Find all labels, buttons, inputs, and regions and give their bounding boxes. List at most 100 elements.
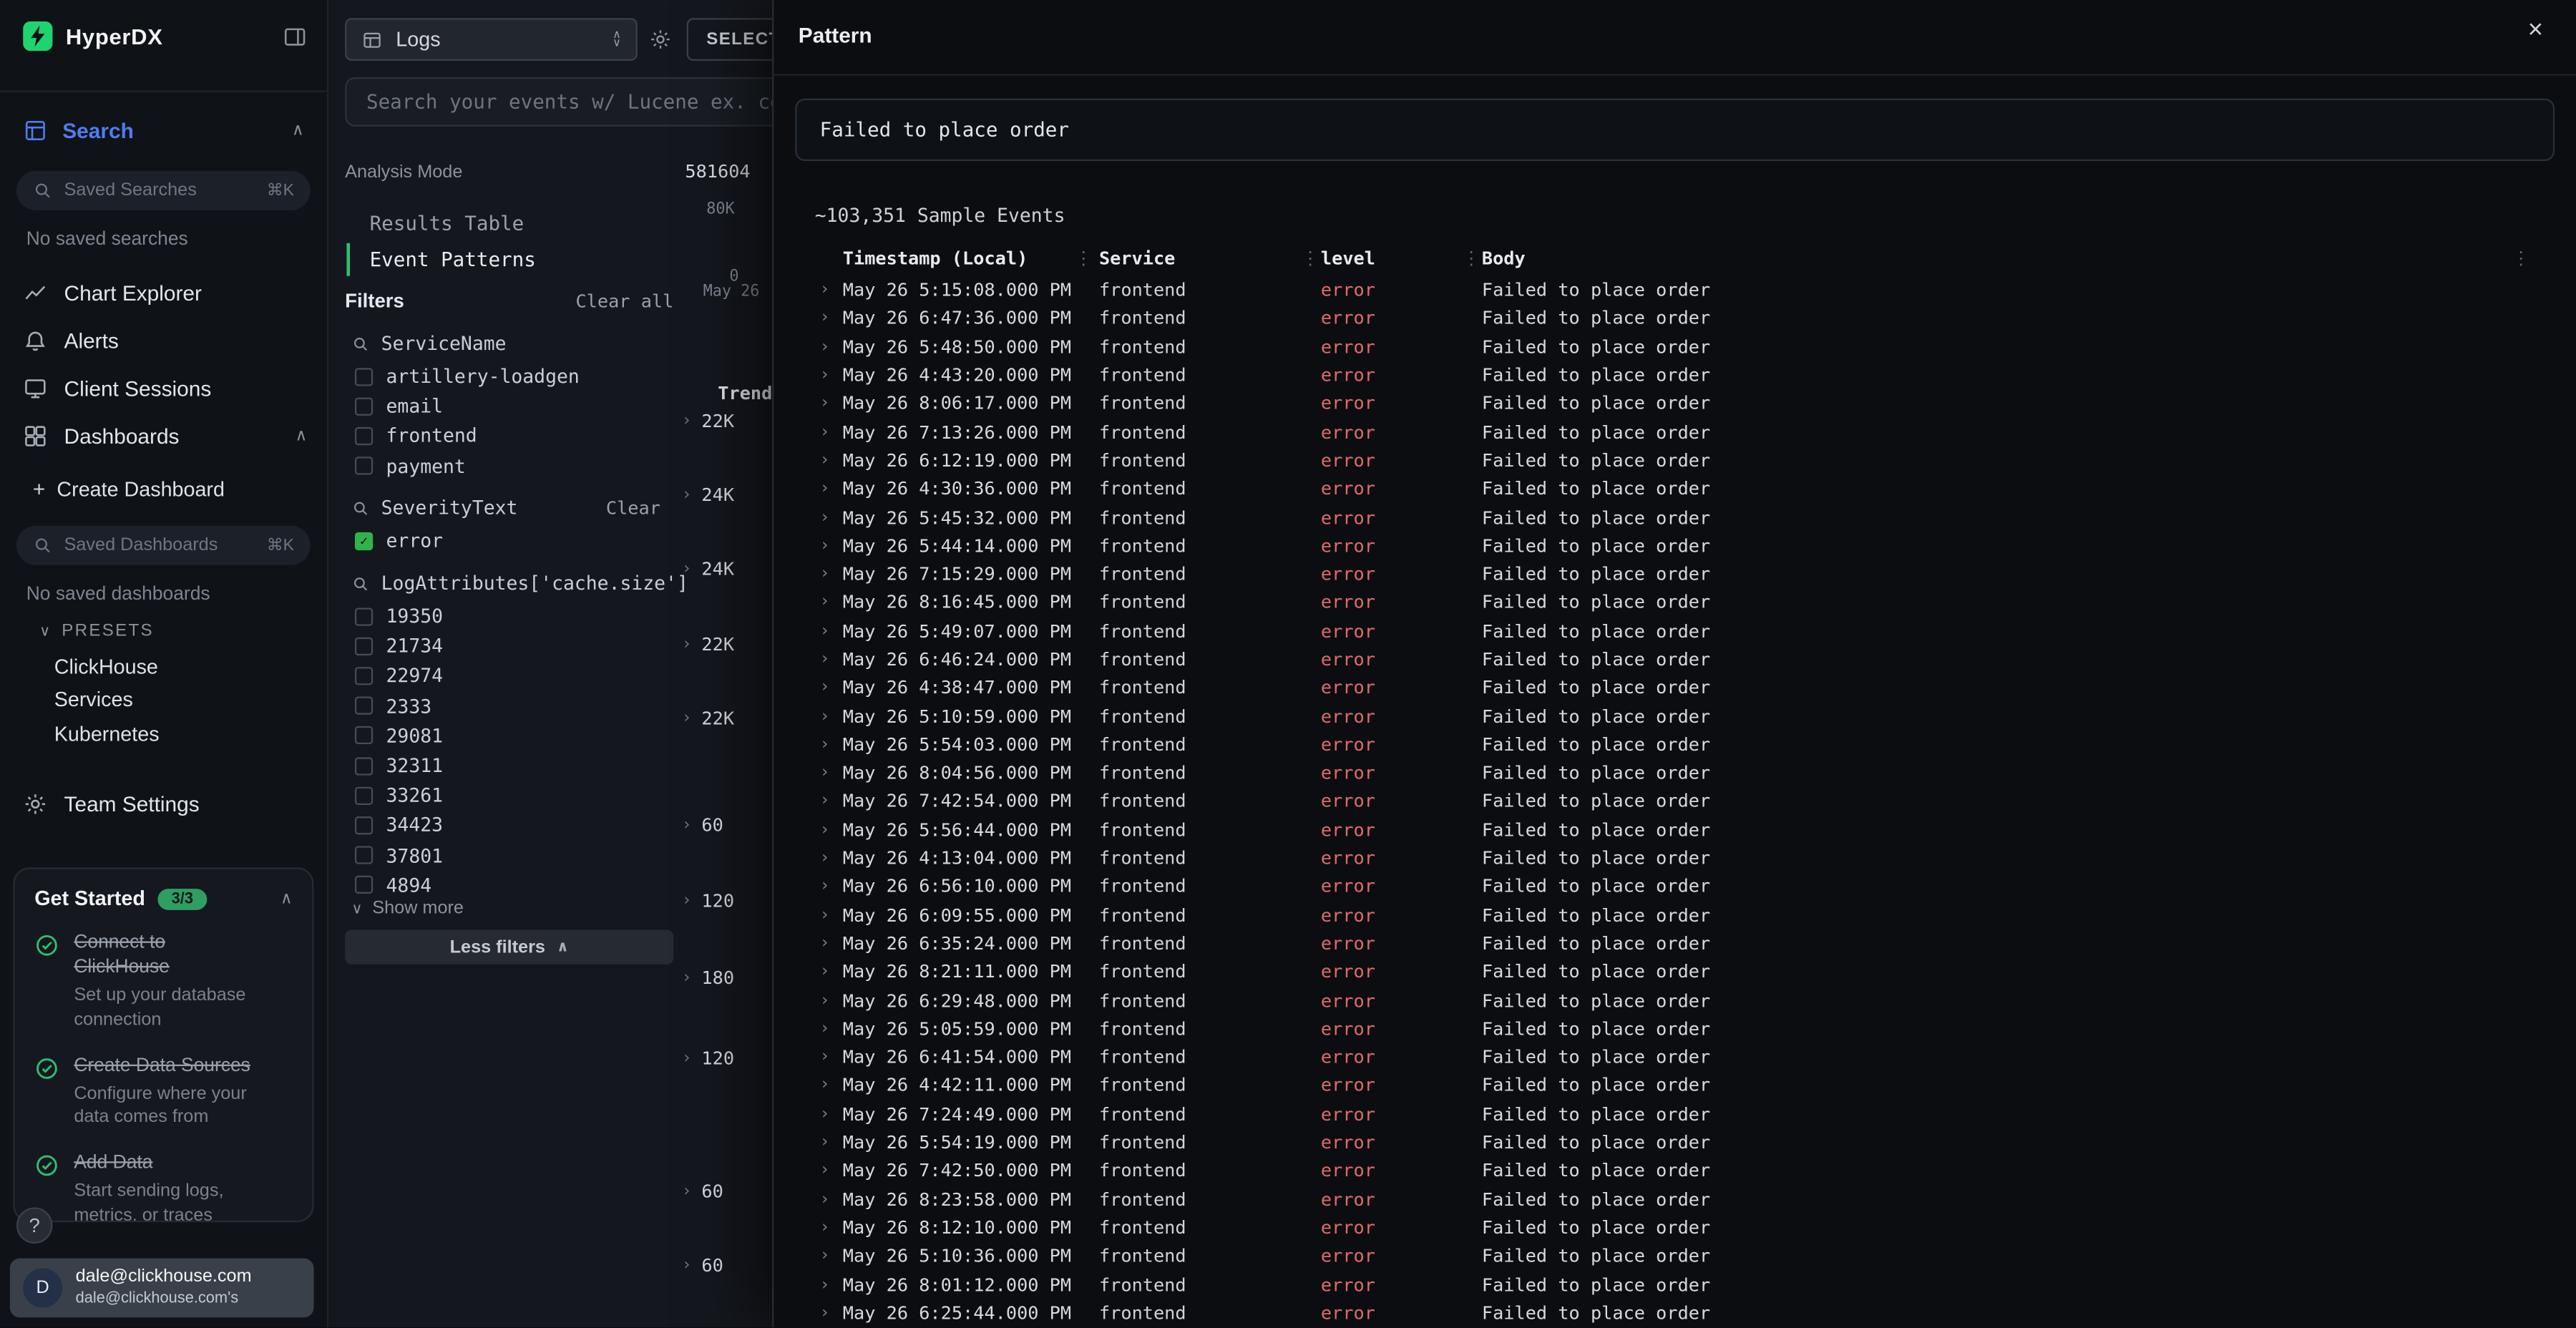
column-service[interactable]: Service [1099,248,1175,270]
create-dashboard-button[interactable]: + Create Dashboard [33,477,225,501]
pattern-row-trend[interactable]: ›60 [682,1255,723,1276]
event-row[interactable]: › May 26 7:42:50.000 PM frontend error F… [774,1157,2576,1186]
event-row[interactable]: › May 26 5:15:08.000 PM frontend error F… [774,276,2576,305]
event-row[interactable]: › May 26 7:15:29.000 PM frontend error F… [774,560,2576,589]
event-row[interactable]: › May 26 7:24:49.000 PM frontend error F… [774,1100,2576,1128]
chevron-up-icon[interactable]: ∧ [296,426,308,444]
filter-option[interactable]: 34423 [355,811,667,841]
chevron-right-icon[interactable]: › [820,878,843,896]
chevron-right-icon[interactable]: › [820,821,843,839]
chevron-right-icon[interactable]: › [820,764,843,782]
event-row[interactable]: › May 26 5:54:19.000 PM frontend error F… [774,1128,2576,1157]
checkbox[interactable] [355,637,373,655]
pattern-row-trend[interactable]: ›120 [682,890,734,912]
pattern-row-trend[interactable]: ›24K [682,484,734,506]
filter-option[interactable]: frontend [355,421,667,451]
pattern-row-trend[interactable]: ›22K [682,708,734,730]
user-menu[interactable]: D dale@clickhouse.com dale@clickhouse.co… [10,1259,314,1318]
source-select[interactable]: Logs ∧∨ [345,18,638,61]
chevron-right-icon[interactable]: › [682,970,692,987]
checkbox[interactable] [355,846,373,864]
event-row[interactable]: › May 26 5:49:07.000 PM frontend error F… [774,617,2576,645]
chevron-right-icon[interactable]: › [682,816,692,834]
chevron-right-icon[interactable]: › [820,1247,843,1265]
chevron-right-icon[interactable]: › [820,793,843,811]
chevron-right-icon[interactable]: › [820,480,843,498]
event-row[interactable]: › May 26 5:56:44.000 PM frontend error F… [774,816,2576,844]
chevron-right-icon[interactable]: › [682,892,692,910]
chevron-right-icon[interactable]: › [682,636,692,654]
event-row[interactable]: › May 26 6:56:10.000 PM frontend error F… [774,873,2576,902]
chevron-right-icon[interactable]: › [820,1276,843,1294]
pattern-row-trend[interactable]: ›22K [682,634,734,655]
chevron-right-icon[interactable]: › [682,560,692,578]
chevron-right-icon[interactable]: › [682,710,692,728]
event-row[interactable]: › May 26 8:23:58.000 PM frontend error F… [774,1185,2576,1214]
event-row[interactable]: › May 26 6:25:44.000 PM frontend error F… [774,1299,2576,1327]
event-row[interactable]: › May 26 6:35:24.000 PM frontend error F… [774,929,2576,958]
chevron-up-icon[interactable]: ∧ [280,889,293,907]
event-row[interactable]: › May 26 6:09:55.000 PM frontend error F… [774,901,2576,929]
chevron-right-icon[interactable]: › [820,1219,843,1236]
pattern-row-trend[interactable]: ›120 [682,1048,734,1070]
chevron-right-icon[interactable]: › [820,1191,843,1209]
sidebar-item-chart-explorer[interactable]: Chart Explorer [23,276,307,309]
filter-option[interactable]: error [355,526,667,556]
filter-option[interactable]: 37801 [355,840,667,870]
mode-event-patterns[interactable]: Event Patterns [346,243,576,276]
filter-option[interactable]: 32311 [355,751,667,781]
chevron-right-icon[interactable]: › [820,963,843,981]
filter-group-cache-size[interactable]: LogAttributes['cache.size'] [351,572,673,595]
filter-group-servicename[interactable]: ServiceName [351,332,673,355]
checkbox[interactable] [355,607,373,625]
event-row[interactable]: › May 26 8:04:56.000 PM frontend error F… [774,759,2576,788]
event-row[interactable]: › May 26 8:16:45.000 PM frontend error F… [774,589,2576,617]
chevron-right-icon[interactable]: › [820,338,843,356]
get-started-item[interactable]: Add Data Start sending logs, metrics, or… [34,1152,292,1222]
column-menu-icon[interactable]: ⋮ [2512,248,2529,270]
event-row[interactable]: › May 26 6:41:54.000 PM frontend error F… [774,1043,2576,1072]
checkbox[interactable] [355,532,373,550]
clear-all-link[interactable]: Clear all [575,290,673,311]
filter-option[interactable]: artillery-loadgen [355,361,667,391]
event-row[interactable]: › May 26 8:01:12.000 PM frontend error F… [774,1271,2576,1299]
chevron-right-icon[interactable]: › [820,594,843,612]
event-row[interactable]: › May 26 8:12:10.000 PM frontend error F… [774,1214,2576,1242]
event-row[interactable]: › May 26 6:46:24.000 PM frontend error F… [774,645,2576,674]
sidebar-item-search[interactable]: Search ∧ [23,109,304,152]
event-row[interactable]: › May 26 6:29:48.000 PM frontend error F… [774,987,2576,1015]
get-started-header[interactable]: Get Started 3/3 ∧ [34,887,292,910]
event-row[interactable]: › May 26 5:10:59.000 PM frontend error F… [774,702,2576,731]
chevron-right-icon[interactable]: › [682,412,692,430]
event-row[interactable]: › May 26 7:42:54.000 PM frontend error F… [774,788,2576,816]
filter-option[interactable]: 29081 [355,721,667,751]
filter-option[interactable]: 2333 [355,691,667,721]
event-row[interactable]: › May 26 7:13:26.000 PM frontend error F… [774,418,2576,446]
sidebar-collapse-icon[interactable] [283,24,307,48]
filter-option[interactable]: email [355,391,667,421]
checkbox[interactable] [355,727,373,745]
chevron-right-icon[interactable]: › [682,1256,692,1274]
filter-option[interactable]: payment [355,451,667,481]
sidebar-item-dashboards[interactable]: Dashboards ∧ [23,419,307,451]
column-body[interactable]: Body [1482,248,1526,270]
pattern-row-trend[interactable]: ›24K [682,559,734,580]
chevron-right-icon[interactable]: › [820,537,843,555]
chevron-right-icon[interactable]: › [820,509,843,527]
filter-option[interactable]: 22974 [355,661,667,691]
chevron-right-icon[interactable]: › [820,1304,843,1322]
filter-group-severitytext[interactable]: SeverityText Clear [351,496,673,519]
gear-icon[interactable] [649,28,672,51]
event-row[interactable]: › May 26 4:43:20.000 PM frontend error F… [774,361,2576,390]
chevron-right-icon[interactable]: › [820,907,843,924]
event-row[interactable]: › May 26 5:10:36.000 PM frontend error F… [774,1242,2576,1271]
checkbox[interactable] [355,756,373,774]
sidebar-item-team-settings[interactable]: Team Settings [23,792,200,816]
checkbox[interactable] [355,427,373,445]
column-handle-icon[interactable]: ⋮ [1075,248,1093,270]
presets-toggle[interactable]: ∨ PRESETS [39,621,154,641]
chevron-right-icon[interactable]: › [820,622,843,640]
preset-services[interactable]: Services [54,688,133,711]
column-timestamp[interactable]: Timestamp (Local) [843,248,1028,270]
event-row[interactable]: › May 26 5:48:50.000 PM frontend error F… [774,333,2576,361]
